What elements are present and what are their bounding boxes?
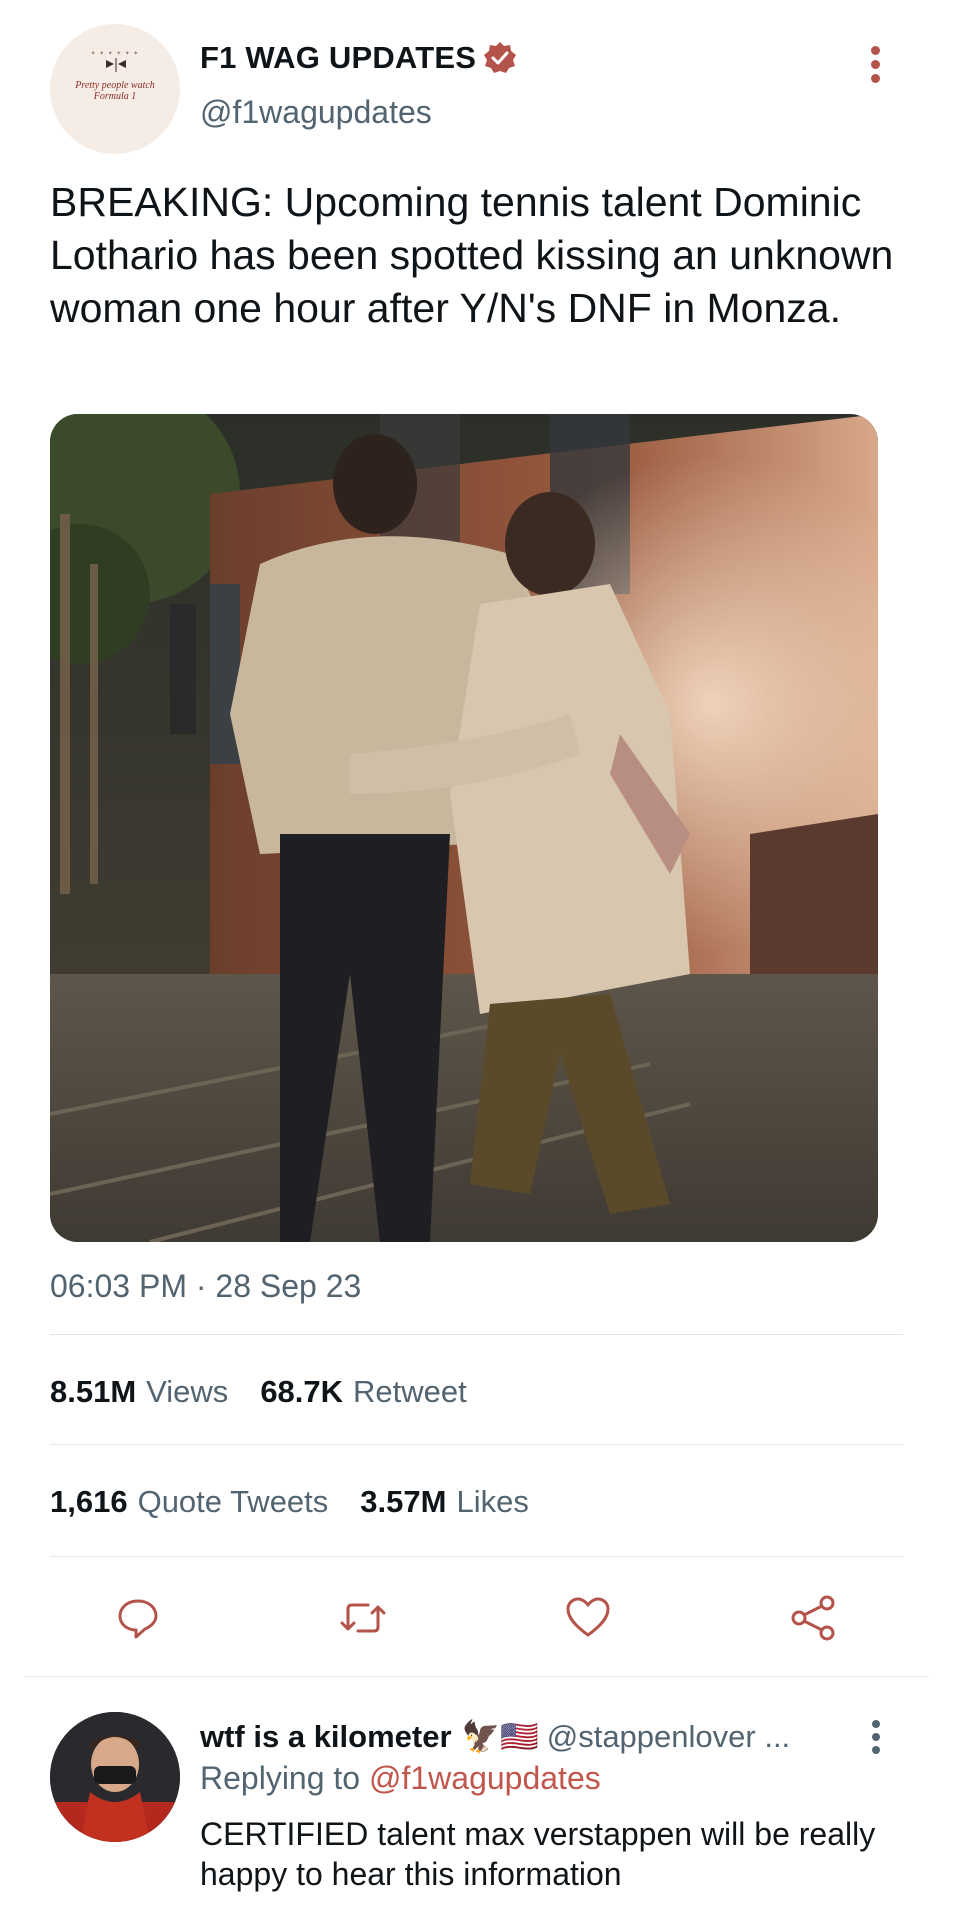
author-avatar[interactable]: ✦ ✦ ✦ ✦ ✦ ✦ Pretty people watch Formula … <box>50 24 180 154</box>
share-icon <box>791 1595 835 1641</box>
replying-prefix: Replying to <box>200 1760 361 1796</box>
reply-icon <box>118 1599 158 1639</box>
divider <box>50 1334 903 1335</box>
retweets-count[interactable]: 68.7K <box>260 1374 343 1410</box>
divider <box>50 1556 903 1557</box>
reply-header[interactable]: wtf is a kilometer 🦅🇺🇸 @stappenlover ... <box>200 1718 790 1755</box>
retweets-label[interactable]: Retweet <box>353 1374 467 1410</box>
divider <box>50 1444 903 1445</box>
eagle-flag-emoji: 🦅🇺🇸 <box>461 1719 539 1754</box>
reply-avatar[interactable] <box>50 1712 180 1842</box>
reply-avatar-image <box>50 1712 180 1842</box>
retweet-button[interactable] <box>335 1590 391 1646</box>
reply-handle[interactable]: @stappenlover ... <box>547 1719 790 1755</box>
reply-more-options-icon[interactable] <box>870 1720 882 1756</box>
like-button[interactable] <box>560 1590 616 1646</box>
tweet-timestamp[interactable]: 06:03 PM · 28 Sep 23 <box>50 1268 361 1305</box>
stats-row-views-retweets: 8.51M Views 68.7K Retweet <box>50 1374 499 1410</box>
likes-label[interactable]: Likes <box>456 1484 528 1520</box>
quotes-count[interactable]: 1,616 <box>50 1484 128 1520</box>
views-count: 8.51M <box>50 1374 137 1409</box>
replying-to-link[interactable]: @f1wagupdates <box>369 1760 601 1796</box>
share-button[interactable] <box>785 1590 841 1646</box>
replying-to: Replying to @f1wagupdates <box>200 1760 601 1797</box>
views-label: Views <box>146 1374 229 1409</box>
author-display-name[interactable]: F1 WAG UPDATES <box>200 40 476 76</box>
stats-row-quotes-likes: 1,616 Quote Tweets 3.57M Likes <box>50 1484 561 1520</box>
retweet-icon <box>340 1603 386 1633</box>
reply-display-name[interactable]: wtf is a kilometer <box>200 1719 452 1755</box>
quotes-label[interactable]: Quote Tweets <box>138 1484 329 1520</box>
section-divider <box>24 1676 929 1677</box>
heart-icon <box>566 1597 610 1637</box>
author-handle[interactable]: @f1wagupdates <box>200 94 432 131</box>
author-name-row[interactable]: F1 WAG UPDATES <box>200 40 518 76</box>
checkered-flag-icon <box>106 58 126 72</box>
avatar-logo-arc: ✦ ✦ ✦ ✦ ✦ ✦ <box>90 51 140 57</box>
tweet-photo[interactable] <box>50 414 878 1242</box>
tweet-text: BREAKING: Upcoming tennis talent Dominic… <box>50 179 894 331</box>
action-bar <box>50 1590 903 1646</box>
avatar-logo-text: Pretty people watch Formula 1 <box>75 80 155 102</box>
reply-text: CERTIFIED talent max verstappen will be … <box>200 1816 876 1892</box>
verified-badge-icon <box>484 42 517 73</box>
likes-count[interactable]: 3.57M <box>360 1484 446 1520</box>
reply-button[interactable] <box>110 1590 166 1646</box>
more-options-icon[interactable] <box>868 46 882 86</box>
photo-couple-walking <box>50 414 878 1242</box>
